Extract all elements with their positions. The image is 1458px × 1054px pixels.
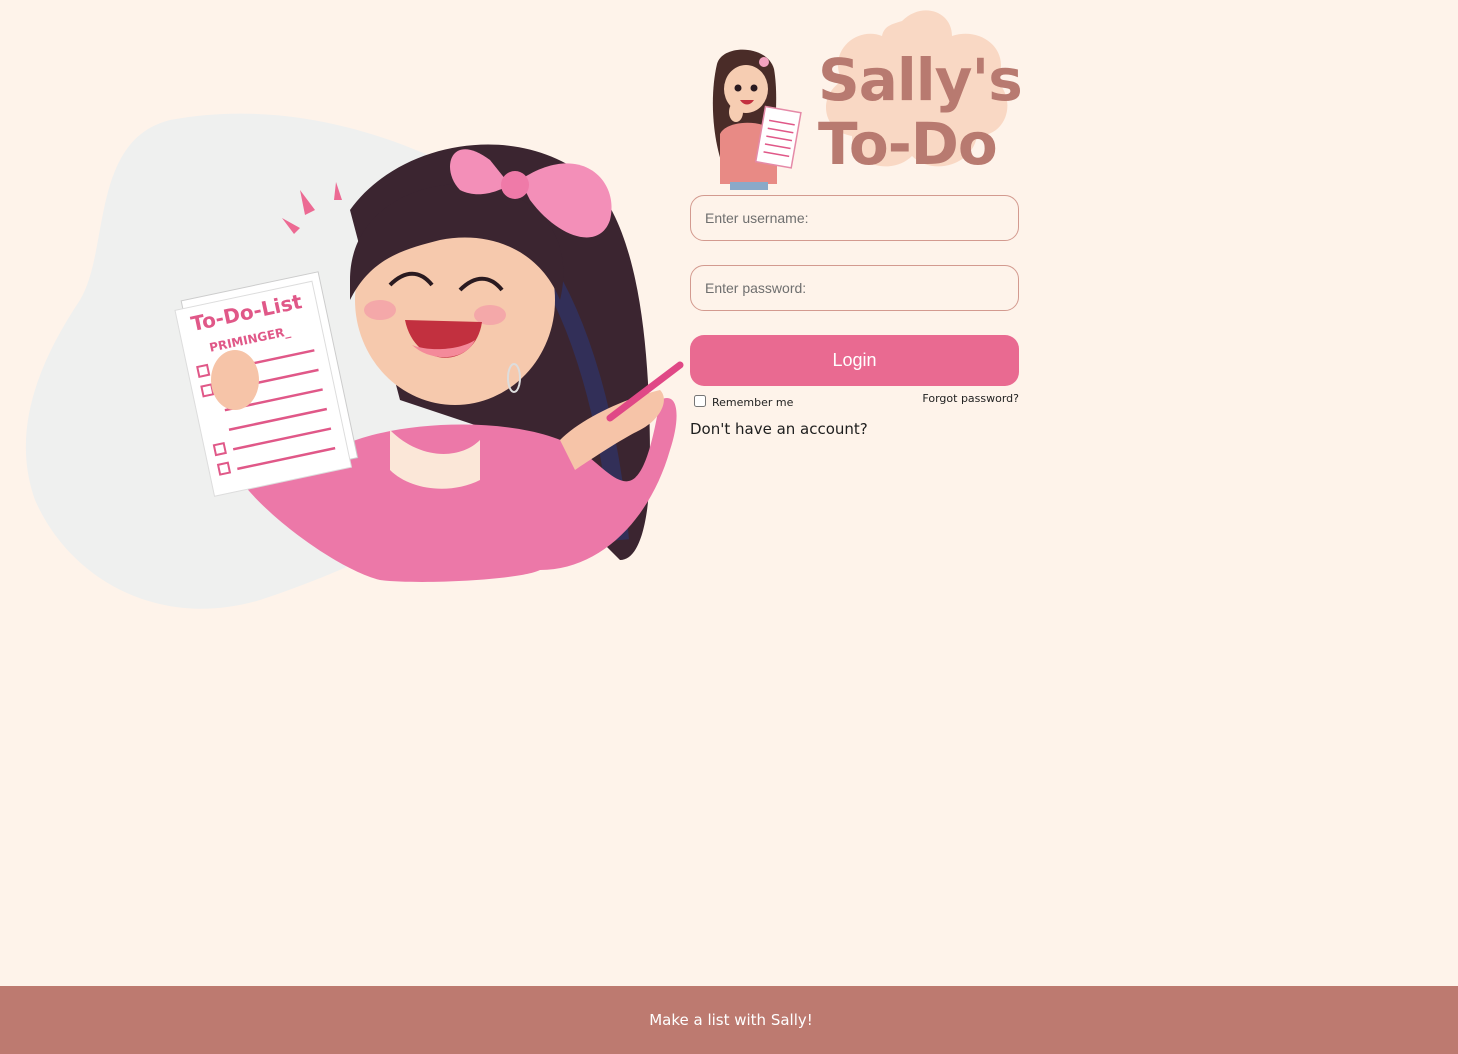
- signup-link[interactable]: Don't have an account?: [690, 420, 868, 438]
- footer: Make a list with Sally!: [0, 986, 1458, 1054]
- logo-title-line2: To-Do: [818, 110, 998, 178]
- remember-me-label: Remember me: [712, 396, 794, 409]
- app-logo: Sally's To-Do: [692, 6, 1023, 191]
- login-page: To-Do-List PRIMINGER_ Sally's To-Do Ente…: [0, 0, 1458, 1054]
- sally-illustration: To-Do-List PRIMINGER_: [25, 113, 684, 609]
- logo-title-line1: Sally's: [818, 46, 1023, 114]
- remember-me[interactable]: Remember me: [694, 394, 794, 409]
- login-button[interactable]: Login: [690, 335, 1019, 386]
- footer-text: Make a list with Sally!: [649, 1011, 813, 1029]
- password-input[interactable]: [690, 265, 1019, 311]
- logo-title: Sally's To-Do: [818, 46, 1023, 178]
- forgot-password-link[interactable]: Forgot password?: [922, 392, 1019, 405]
- hero-illustration: To-Do-List PRIMINGER_: [20, 100, 700, 620]
- logo-mascot-icon: [712, 49, 802, 190]
- login-options: Remember me Forgot password?: [690, 392, 1019, 412]
- username-input[interactable]: [690, 195, 1019, 241]
- remember-me-checkbox[interactable]: [694, 394, 706, 407]
- login-form: Login Remember me Forgot password? Don't…: [690, 195, 1019, 439]
